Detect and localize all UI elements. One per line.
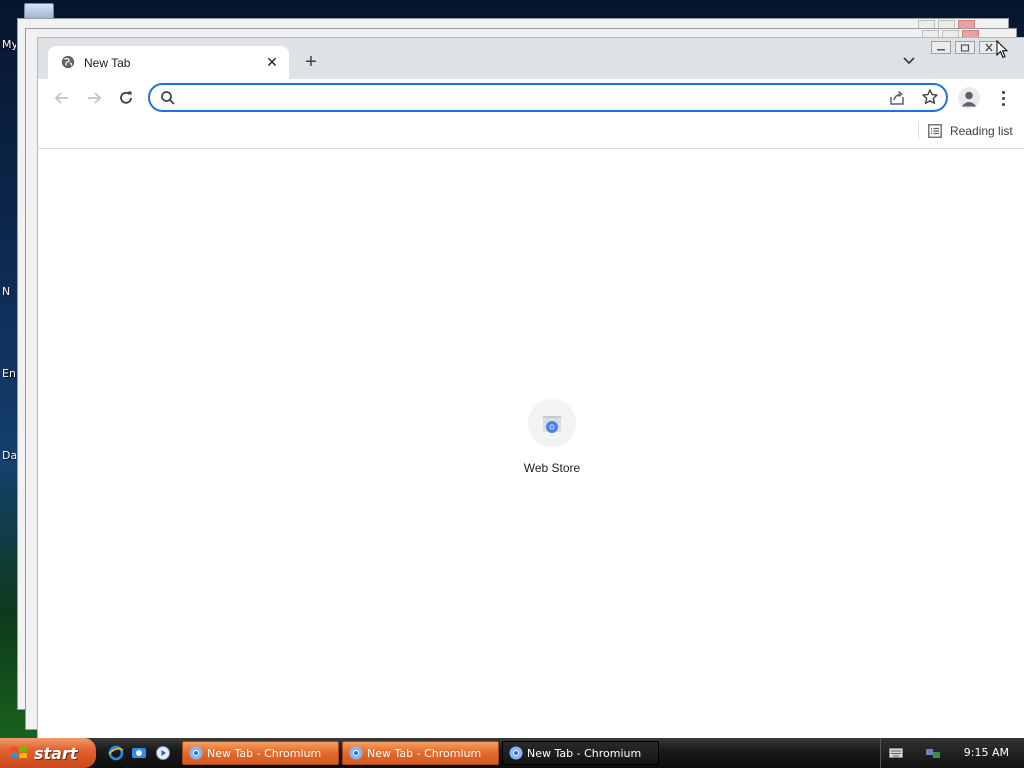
reading-list-button[interactable]: Reading list [928, 121, 1013, 141]
chromium-icon [509, 746, 523, 760]
taskbar-task-label: New Tab - Chromium [207, 746, 322, 760]
mouse-cursor-icon [996, 40, 1009, 59]
forward-button[interactable] [82, 86, 106, 110]
menu-button[interactable] [993, 87, 1013, 109]
internet-explorer-icon[interactable] [108, 745, 124, 761]
start-button[interactable]: start [0, 738, 96, 768]
search-icon [161, 91, 175, 105]
tab-title: New Tab [84, 56, 131, 70]
browser-toolbar [38, 79, 1024, 116]
chromium-icon [189, 746, 203, 760]
reload-icon [120, 91, 132, 104]
address-bar[interactable] [148, 83, 948, 112]
bookmarks-separator [918, 121, 919, 139]
maximize-button[interactable] [955, 41, 975, 54]
desktop-icon-label[interactable]: En [2, 367, 16, 380]
menu-dot-icon [1001, 102, 1005, 106]
reading-list-label: Reading list [950, 124, 1013, 138]
desktop-icon-label[interactable]: My [2, 38, 16, 51]
share-icon[interactable] [888, 89, 906, 107]
bookmark-star-icon[interactable] [921, 88, 939, 106]
minimize-button[interactable] [931, 41, 951, 54]
taskbar: start New Tab - Chromium New Tab - Chrom… [0, 738, 1024, 768]
window-controls [931, 41, 999, 54]
back-button[interactable] [50, 86, 74, 110]
taskbar-task[interactable]: New Tab - Chromium [502, 741, 659, 765]
system-tray: 9:15 AM [880, 738, 1024, 768]
shortcut-web-store[interactable]: Web Store [497, 399, 607, 475]
clock: 9:15 AM [963, 746, 1009, 759]
web-store-icon [528, 399, 576, 447]
network-icon[interactable] [925, 745, 941, 761]
menu-dot-icon [1001, 90, 1005, 94]
chromium-icon [349, 746, 363, 760]
chevron-down-icon[interactable] [900, 52, 918, 70]
globe-icon [61, 55, 75, 69]
bookmarks-bar: Reading list [38, 116, 1024, 149]
taskbar-task[interactable]: New Tab - Chromium [342, 741, 499, 765]
browser-window: New Tab ✕ + Reading list Web Store [37, 37, 1024, 738]
person-icon [961, 91, 977, 107]
tab-new-tab[interactable]: New Tab ✕ [48, 46, 289, 79]
keyboard-icon[interactable] [889, 747, 903, 759]
desktop-icon-label[interactable]: N [2, 285, 16, 298]
media-player-icon[interactable] [155, 745, 171, 761]
shortcut-label: Web Store [523, 461, 581, 475]
minimize-icon [937, 48, 945, 50]
maximize-icon [960, 43, 970, 52]
taskbar-task[interactable]: New Tab - Chromium [182, 741, 339, 765]
close-tab-icon[interactable]: ✕ [263, 53, 281, 71]
arrow-right-icon [88, 92, 102, 104]
menu-dot-icon [1001, 96, 1005, 100]
windows-logo-icon [11, 746, 27, 759]
start-label: start [34, 743, 78, 763]
outlook-express-icon[interactable] [131, 745, 147, 761]
new-tab-button[interactable]: + [300, 51, 322, 73]
desktop-icon-label[interactable]: Da [2, 449, 16, 462]
reload-button[interactable] [114, 86, 138, 110]
reading-list-icon [928, 124, 942, 138]
profile-avatar[interactable] [958, 87, 980, 109]
new-tab-page: Web Store [38, 149, 1024, 738]
taskbar-task-label: New Tab - Chromium [527, 746, 642, 760]
taskbar-task-label: New Tab - Chromium [367, 746, 482, 760]
close-icon [985, 43, 993, 52]
tab-strip: New Tab ✕ + [38, 38, 1024, 79]
address-input[interactable] [184, 88, 878, 109]
arrow-left-icon [54, 92, 68, 104]
